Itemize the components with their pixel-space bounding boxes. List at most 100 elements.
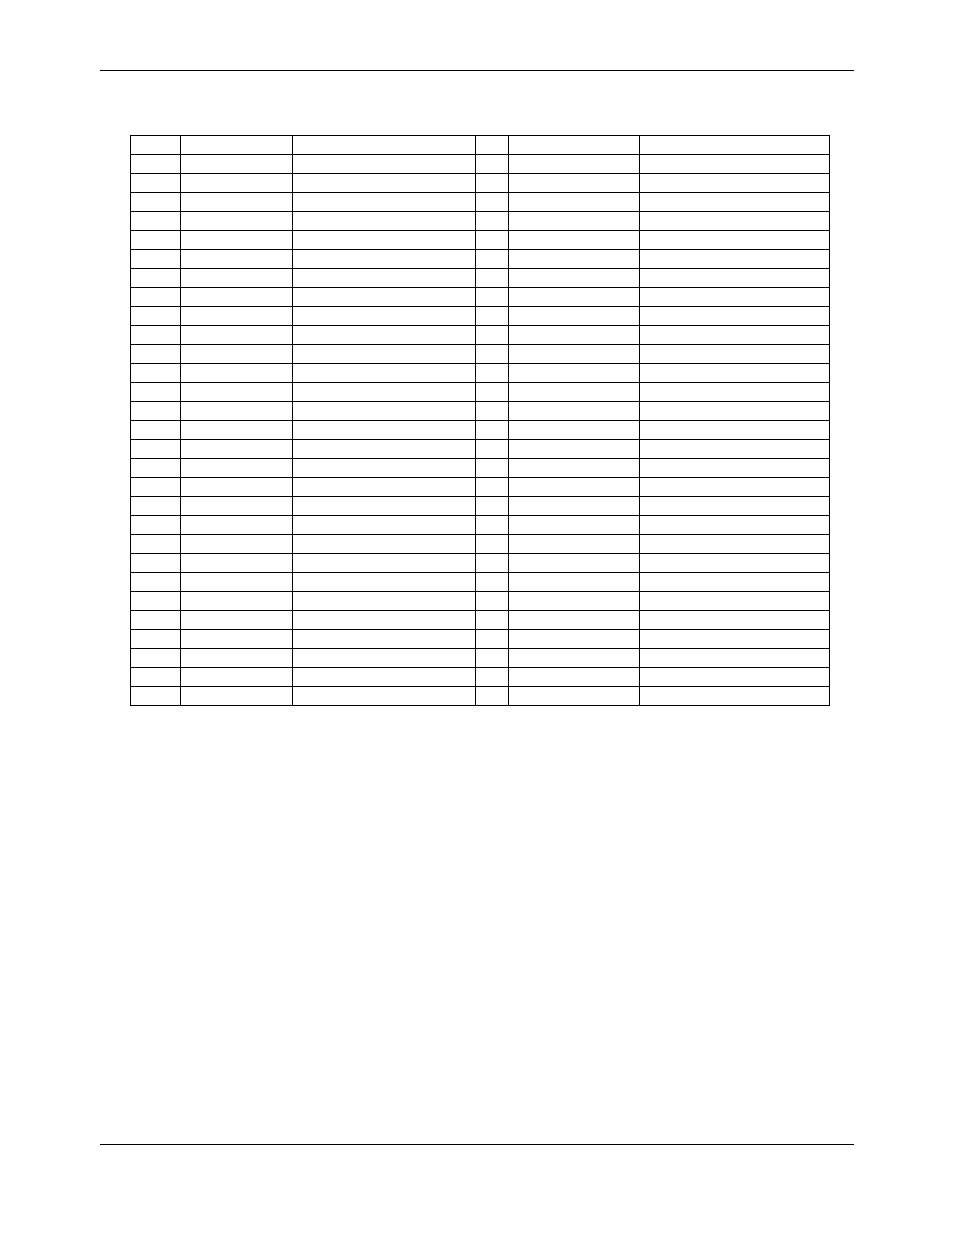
table-cell — [508, 383, 639, 402]
table-cell — [181, 345, 292, 364]
table-cell — [639, 136, 829, 155]
table-container — [130, 135, 830, 706]
table-cell — [292, 174, 475, 193]
table-cell — [476, 383, 509, 402]
table-row — [131, 516, 830, 535]
table-cell — [639, 155, 829, 174]
table-row — [131, 573, 830, 592]
table-cell — [508, 212, 639, 231]
table-cell — [639, 364, 829, 383]
table-row — [131, 383, 830, 402]
table-row — [131, 497, 830, 516]
table-cell — [476, 687, 509, 706]
table-row — [131, 554, 830, 573]
table-cell — [131, 630, 181, 649]
table-row — [131, 307, 830, 326]
table-cell — [131, 497, 181, 516]
table-cell — [131, 554, 181, 573]
table-cell — [292, 630, 475, 649]
table-cell — [292, 155, 475, 174]
table-cell — [292, 668, 475, 687]
table-cell — [639, 212, 829, 231]
table-cell — [292, 440, 475, 459]
table-cell — [508, 174, 639, 193]
footer-rule — [100, 1144, 854, 1145]
table-cell — [639, 174, 829, 193]
table-cell — [476, 212, 509, 231]
table-cell — [292, 326, 475, 345]
table-cell — [508, 516, 639, 535]
table-cell — [639, 497, 829, 516]
table-cell — [292, 383, 475, 402]
table-cell — [639, 649, 829, 668]
table-cell — [476, 136, 509, 155]
table-cell — [292, 250, 475, 269]
table-cell — [476, 193, 509, 212]
table-cell — [476, 307, 509, 326]
table-cell — [181, 649, 292, 668]
table-cell — [508, 364, 639, 383]
table-row — [131, 592, 830, 611]
table-cell — [508, 421, 639, 440]
table-cell — [181, 136, 292, 155]
table-cell — [181, 174, 292, 193]
table-cell — [639, 288, 829, 307]
table-row — [131, 668, 830, 687]
table-cell — [639, 326, 829, 345]
table-cell — [508, 497, 639, 516]
table-cell — [508, 630, 639, 649]
table-cell — [181, 212, 292, 231]
table-row — [131, 345, 830, 364]
table-cell — [292, 364, 475, 383]
table-cell — [476, 345, 509, 364]
table-row — [131, 440, 830, 459]
table-cell — [508, 554, 639, 573]
table-cell — [292, 193, 475, 212]
table-cell — [292, 136, 475, 155]
table-row — [131, 155, 830, 174]
table-cell — [292, 288, 475, 307]
table-cell — [131, 345, 181, 364]
table-cell — [508, 231, 639, 250]
table-cell — [508, 611, 639, 630]
table-cell — [292, 269, 475, 288]
table-cell — [131, 212, 181, 231]
table-cell — [292, 307, 475, 326]
table-cell — [639, 307, 829, 326]
table-cell — [639, 668, 829, 687]
table-cell — [131, 155, 181, 174]
table-cell — [131, 478, 181, 497]
table-cell — [476, 611, 509, 630]
table-cell — [508, 687, 639, 706]
table-cell — [292, 649, 475, 668]
table-cell — [292, 478, 475, 497]
table-cell — [292, 516, 475, 535]
table-cell — [131, 421, 181, 440]
table-cell — [639, 250, 829, 269]
table-cell — [639, 269, 829, 288]
table-cell — [131, 592, 181, 611]
table-cell — [476, 288, 509, 307]
table-cell — [476, 326, 509, 345]
table-cell — [292, 212, 475, 231]
table-cell — [181, 611, 292, 630]
table-cell — [131, 269, 181, 288]
table-cell — [292, 573, 475, 592]
grid-table — [130, 135, 830, 706]
table-cell — [639, 345, 829, 364]
table-row — [131, 212, 830, 231]
table-cell — [476, 364, 509, 383]
table-cell — [292, 535, 475, 554]
table-cell — [508, 193, 639, 212]
table-cell — [476, 478, 509, 497]
page — [0, 0, 954, 1235]
table-cell — [639, 554, 829, 573]
table-cell — [508, 269, 639, 288]
table-cell — [476, 402, 509, 421]
table-cell — [639, 478, 829, 497]
table-cell — [639, 516, 829, 535]
table-row — [131, 630, 830, 649]
table-cell — [181, 402, 292, 421]
table-cell — [181, 421, 292, 440]
table-cell — [476, 668, 509, 687]
